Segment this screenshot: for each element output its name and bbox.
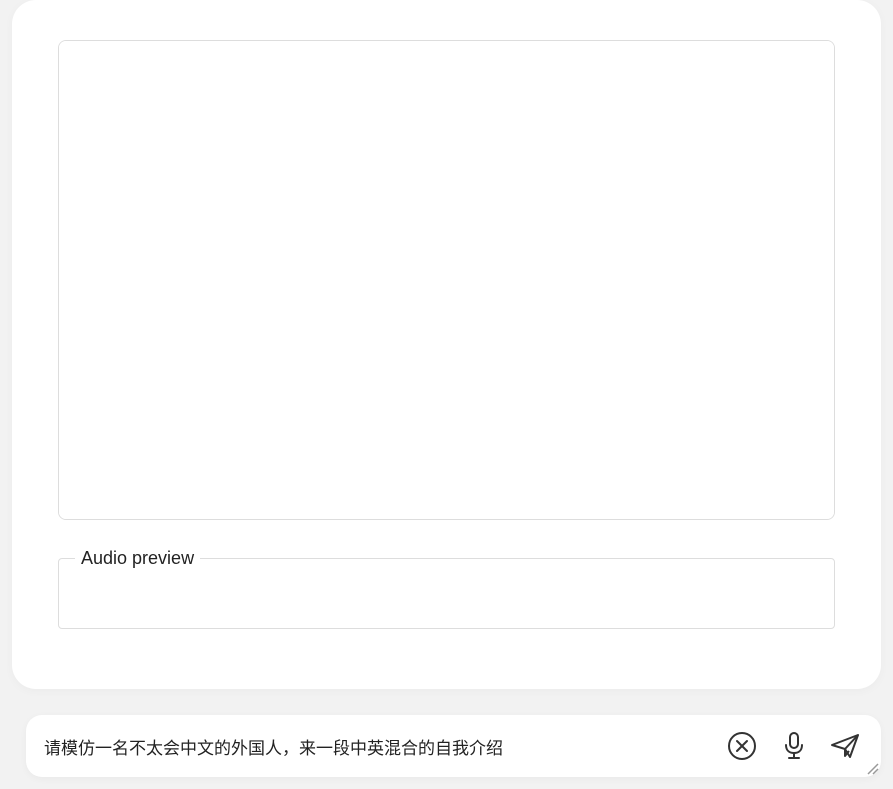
send-icon — [830, 732, 862, 760]
output-textarea-container — [58, 40, 835, 520]
close-button[interactable] — [725, 729, 759, 763]
main-content-card: Audio preview — [12, 0, 881, 689]
microphone-icon — [781, 731, 807, 761]
message-input[interactable] — [44, 736, 725, 756]
send-button[interactable] — [829, 729, 863, 763]
close-icon — [727, 731, 757, 761]
resize-handle-icon — [865, 761, 879, 775]
input-bar — [26, 715, 881, 777]
audio-preview-panel: Audio preview — [58, 548, 835, 629]
input-actions — [725, 729, 863, 763]
microphone-button[interactable] — [777, 729, 811, 763]
output-textarea[interactable] — [59, 41, 834, 519]
audio-preview-label: Audio preview — [75, 548, 200, 569]
